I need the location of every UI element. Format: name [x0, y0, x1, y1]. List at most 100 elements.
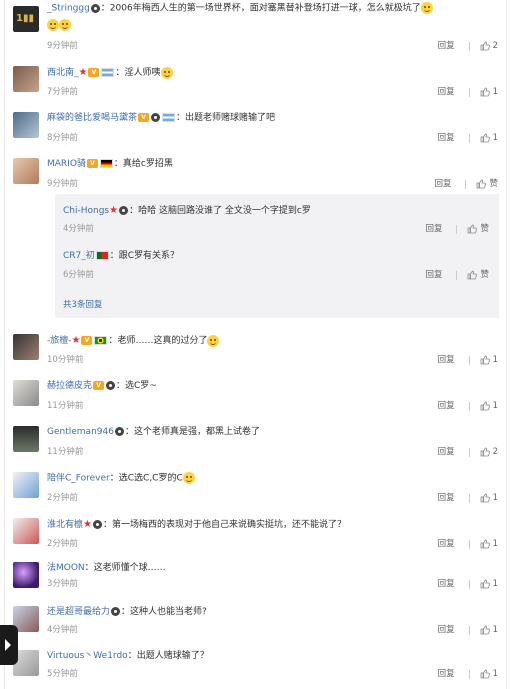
- like-button[interactable]: 1: [480, 354, 498, 366]
- reply-button[interactable]: 回复: [438, 492, 455, 504]
- like-button[interactable]: 2: [480, 446, 498, 458]
- divider: [468, 625, 470, 635]
- emoji-icon: [47, 19, 59, 31]
- football-icon: [90, 3, 100, 13]
- like-button[interactable]: 2: [480, 40, 498, 52]
- thumbs-up-icon: [477, 179, 487, 189]
- commenter-name[interactable]: 赫拉德皮克: [47, 381, 92, 391]
- like-button[interactable]: 1: [480, 578, 498, 590]
- like-button[interactable]: 1: [480, 132, 498, 144]
- reply-button[interactable]: 回复: [438, 624, 455, 636]
- more-replies-link[interactable]: 共3条回复: [63, 298, 102, 310]
- thumbs-up-icon: [480, 539, 490, 549]
- reply-time: 4分钟前: [63, 224, 94, 234]
- thumbs-up-icon: [480, 447, 490, 457]
- like-button[interactable]: 1: [480, 668, 498, 680]
- like-button[interactable]: 1: [480, 624, 498, 636]
- like-button[interactable]: 赞: [467, 269, 489, 281]
- avatar[interactable]: [13, 380, 39, 406]
- comment-list: 1▮▮ _Stringgg ：2006年梅西人生的第一场世界杯，面对塞黑替补登场打…: [4, 0, 507, 689]
- commenter-name[interactable]: _Stringgg: [47, 4, 90, 14]
- comment-text: ：选C罗~: [116, 381, 157, 391]
- thumbs-up-icon: [480, 579, 490, 589]
- germany-flag-icon: [99, 159, 113, 168]
- commenter-name[interactable]: 麻袋的爸比爱喝马黛茶: [47, 113, 137, 123]
- commenter-name[interactable]: 陪伴C_Forever: [47, 474, 110, 484]
- reply-text: ：哈哈 这脑回路没谁了 全文没一个字提到c罗: [129, 206, 311, 216]
- like-count: 1: [492, 355, 498, 365]
- avatar[interactable]: [13, 112, 39, 138]
- comment-text: ：出题老师赌球赌输了吧: [176, 113, 276, 123]
- like-button[interactable]: 赞: [467, 223, 489, 235]
- comment-item: 麻袋的爸比爱喝马黛茶 V ：出题老师赌球赌输了吧 8分钟前 回复 1: [5, 104, 506, 150]
- reply-button[interactable]: 回复: [438, 40, 455, 52]
- reply-button[interactable]: 回复: [438, 132, 455, 144]
- reply-button[interactable]: 回复: [438, 446, 455, 458]
- avatar[interactable]: [13, 334, 39, 360]
- divider: [468, 41, 470, 51]
- comment-time: 11分钟前: [47, 447, 84, 457]
- commenter-name[interactable]: 法MOON: [47, 563, 85, 573]
- commenter-name[interactable]: Chi-Hongs: [63, 206, 109, 216]
- like-button[interactable]: 1: [480, 86, 498, 98]
- like-button[interactable]: 1: [480, 400, 498, 412]
- reply-button[interactable]: 回复: [438, 668, 455, 680]
- avatar[interactable]: [13, 66, 39, 92]
- avatar[interactable]: 1▮▮: [13, 6, 39, 32]
- commenter-name[interactable]: Virtuous丶We1rdo: [47, 651, 128, 661]
- vip-badge-icon: V: [86, 159, 98, 168]
- reply-text: ：跟C罗有关系？: [109, 251, 180, 261]
- reply-button[interactable]: 回复: [425, 223, 442, 235]
- reply-button[interactable]: 回复: [438, 400, 455, 412]
- comment-time: 10分钟前: [47, 355, 84, 365]
- reply-button[interactable]: 回复: [438, 86, 455, 98]
- reply-button[interactable]: 回复: [438, 354, 455, 366]
- football-icon: [92, 520, 102, 529]
- comment-text: ：选C选C,C罗的C: [109, 473, 183, 484]
- thumbs-up-icon: [480, 133, 490, 143]
- avatar[interactable]: [13, 472, 39, 498]
- comment-text: ：2006年梅西人生的第一场世界杯，面对塞黑替补登场打进一球，怎么就极坑了: [100, 3, 421, 14]
- commenter-name[interactable]: -旅檀-: [47, 336, 72, 346]
- star-icon: ★: [83, 519, 92, 530]
- like-button[interactable]: 1: [480, 538, 498, 550]
- argentina-flag-icon: [101, 68, 115, 77]
- comment-text: ：老师……这真的过分了: [108, 336, 208, 346]
- avatar[interactable]: [13, 158, 39, 184]
- reply-button[interactable]: 回复: [434, 178, 451, 190]
- commenter-name[interactable]: 西北南_: [47, 68, 79, 78]
- thumbs-up-icon: [480, 401, 490, 411]
- like-button[interactable]: 赞: [476, 178, 498, 190]
- reply-button[interactable]: 回复: [425, 269, 442, 281]
- avatar[interactable]: [13, 562, 39, 588]
- vip-badge-icon: V: [88, 68, 100, 77]
- football-icon: [151, 113, 161, 122]
- like-button[interactable]: 1: [480, 492, 498, 504]
- reply-item: CR7_初 ：跟C罗有关系？ 6分钟前 回复 赞: [61, 246, 493, 286]
- side-play-tab[interactable]: [0, 625, 18, 665]
- comment-time: 5分钟前: [47, 669, 78, 679]
- avatar[interactable]: [13, 426, 39, 452]
- avatar[interactable]: [13, 518, 39, 544]
- like-count: 2: [492, 41, 498, 51]
- like-count: 1: [492, 493, 498, 503]
- comment-text: ：这个老师真是强，都黑上试卷了: [124, 427, 260, 437]
- commenter-name[interactable]: CR7_初: [63, 251, 95, 261]
- like-count: 1: [492, 669, 498, 679]
- reply-button[interactable]: 回复: [438, 538, 455, 550]
- reply-button[interactable]: 回复: [438, 578, 455, 590]
- star-icon: ★: [78, 67, 88, 78]
- comment-item: 西北南_★ V ：淫人师咦 7分钟前 回复 1: [5, 58, 506, 104]
- comment-time: 7分钟前: [47, 87, 78, 97]
- like-count: 赞: [489, 179, 498, 189]
- commenter-name[interactable]: 还是超哥最给力: [47, 607, 110, 617]
- comment-text: ：第一场梅西的表现对于他自己来说确实挺坑，还不能说了？: [102, 520, 346, 530]
- comment-item: -旅檀-★ V ：老师……这真的过分了 10分钟前 回复 1: [5, 326, 506, 372]
- commenter-name[interactable]: MARIO骑: [47, 159, 86, 169]
- commenter-name[interactable]: 淮北有檩: [47, 520, 83, 530]
- star-icon: ★: [71, 335, 81, 346]
- divider: [468, 579, 470, 589]
- comment-text: ：淫人师咦: [115, 68, 161, 78]
- reply-time: 6分钟前: [63, 270, 94, 280]
- commenter-name[interactable]: Gentleman946: [47, 427, 114, 437]
